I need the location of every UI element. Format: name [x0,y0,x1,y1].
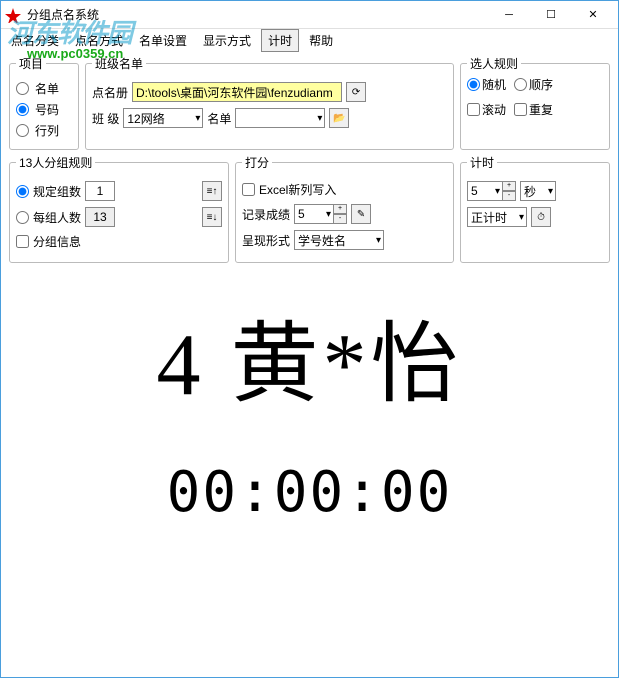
grouprule-group: 13人分组规则 规定组数 ≡↑ 每组人数 ≡↓ 分组信息 [9,154,229,263]
menu-display[interactable]: 显示方式 [197,30,257,51]
file-input[interactable] [132,82,342,102]
timer-val-combo[interactable]: 5 [467,181,503,201]
record-label: 记录成绩 [242,206,290,223]
check-scroll-label: 滚动 [482,101,506,118]
classlist-group: 班级名单 点名册 ⟳ 班 级 12网络 名单 📂 [85,55,454,150]
radio-order-label: 顺序 [529,76,553,93]
check-scroll[interactable] [467,103,480,116]
sort-down-icon[interactable]: ≡↓ [202,207,222,227]
check-info[interactable] [16,235,29,248]
close-button[interactable]: ✕ [572,2,614,28]
app-window: 河东软件园 www.pc0359.cn 分组点名系统 ─ ☐ ✕ 点名分类 点名… [0,0,619,678]
radio-number[interactable] [16,103,29,116]
radio-random-label: 随机 [482,76,506,93]
list-combo[interactable] [235,108,325,128]
radio-order[interactable] [514,78,527,91]
timer-legend: 计时 [467,154,497,171]
menu-category[interactable]: 点名分类 [5,30,65,51]
menu-help[interactable]: 帮助 [303,30,339,51]
score-group: 打分 Excel新列写入 记录成绩 5 +- ✎ 呈现形式 学号姓名 [235,154,454,263]
check-info-label: 分组信息 [33,233,81,250]
sort-up-icon[interactable]: ≡↑ [202,181,222,201]
class-label: 班 级 [92,110,119,127]
radio-random[interactable] [467,78,480,91]
groups-input[interactable] [85,181,115,201]
record-combo[interactable]: 5 [294,204,334,224]
content: 项目 名单 号码 行列 班级名单 点名册 ⟳ 班 级 12网络 名单 📂 [1,51,618,539]
maximize-button[interactable]: ☐ [530,2,572,28]
radio-list-label: 名单 [35,80,59,97]
app-icon [5,7,21,23]
check-repeat[interactable] [514,103,527,116]
write-icon[interactable]: ✎ [351,204,371,224]
record-up[interactable]: + [333,204,347,214]
radio-per-label: 每组人数 [33,209,81,226]
radio-number-label: 号码 [35,101,59,118]
window-title: 分组点名系统 [27,6,488,23]
score-legend: 打分 [242,154,272,171]
radio-list[interactable] [16,82,29,95]
check-excel-label: Excel新列写入 [259,181,336,198]
minimize-button[interactable]: ─ [488,2,530,28]
file-label: 点名册 [92,84,128,101]
timer-mode-combo[interactable]: 正计时 [467,207,527,227]
check-excel[interactable] [242,183,255,196]
row1: 项目 名单 号码 行列 班级名单 点名册 ⟳ 班 级 12网络 名单 📂 [9,55,610,150]
radio-groups-label: 规定组数 [33,183,81,200]
menu-timer[interactable]: 计时 [261,29,299,52]
check-repeat-label: 重复 [529,101,553,118]
titlebar: 分组点名系统 ─ ☐ ✕ [1,1,618,29]
timer-unit-combo[interactable]: 秒 [520,181,556,201]
radio-groups[interactable] [16,185,29,198]
timer-group: 计时 5 +- 秒 正计时 ⏱ [460,154,610,263]
timer-display: 00:00:00 [9,450,610,535]
project-legend: 项目 [16,55,46,72]
timer-down[interactable]: - [502,191,516,201]
class-combo[interactable]: 12网络 [123,108,203,128]
selectrule-legend: 选人规则 [467,55,521,72]
menu-list-settings[interactable]: 名单设置 [133,30,193,51]
project-group: 项目 名单 号码 行列 [9,55,79,150]
window-controls: ─ ☐ ✕ [488,2,614,28]
selectrule-group: 选人规则 随机 顺序 滚动 重复 [460,55,610,150]
per-input[interactable] [85,207,115,227]
radio-per[interactable] [16,211,29,224]
timer-text: 00:00:00 [19,460,600,525]
record-down[interactable]: - [333,214,347,224]
classlist-legend: 班级名单 [92,55,146,72]
stopwatch-icon[interactable]: ⏱ [531,207,551,227]
grouprule-legend: 13人分组规则 [16,154,95,171]
menubar: 点名分类 点名方式 名单设置 显示方式 计时 帮助 [1,29,618,51]
selected-name: 4 黄*怡 [19,293,600,420]
list-label: 名单 [207,110,231,127]
display-area: 4 黄*怡 [9,263,610,450]
show-combo[interactable]: 学号姓名 [294,230,384,250]
row2: 13人分组规则 规定组数 ≡↑ 每组人数 ≡↓ 分组信息 [9,154,610,263]
timer-up[interactable]: + [502,181,516,191]
menu-method[interactable]: 点名方式 [69,30,129,51]
radio-rowcol[interactable] [16,124,29,137]
show-label: 呈现形式 [242,232,290,249]
folder-open-icon[interactable]: 📂 [329,108,349,128]
radio-rowcol-label: 行列 [35,122,59,139]
file-refresh-icon[interactable]: ⟳ [346,82,366,102]
